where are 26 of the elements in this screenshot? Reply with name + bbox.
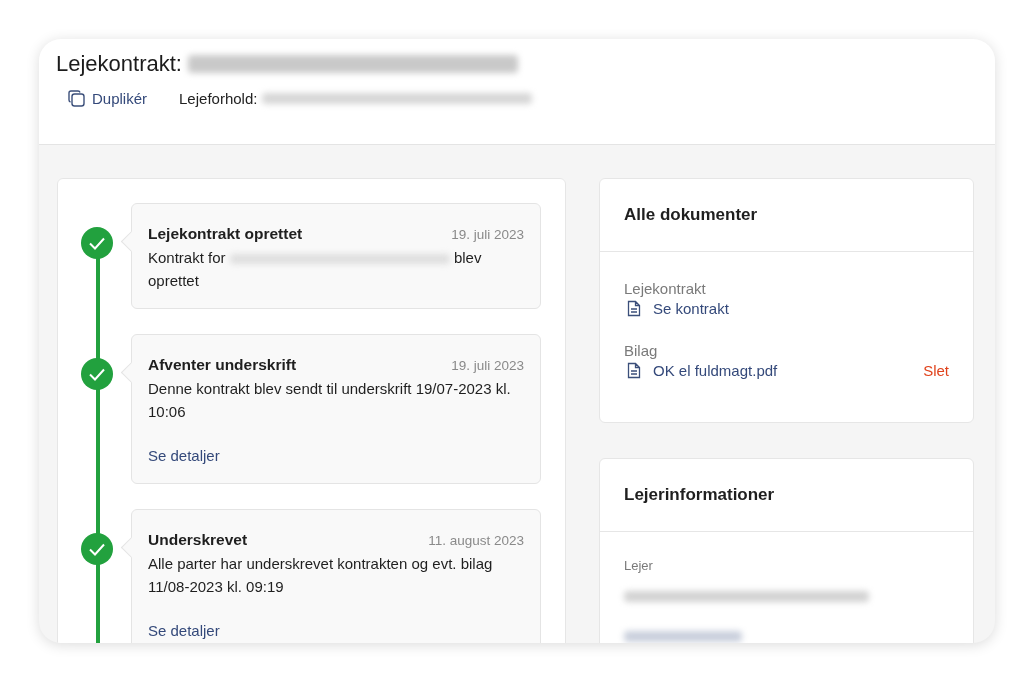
- panel-title: Lejerinformationer: [600, 459, 973, 532]
- event-text: Denne kontrakt blev sendt til underskrift 19/07-2023 kl. 10:06: [148, 379, 512, 422]
- page-title: Lejekontrakt:: [56, 51, 182, 77]
- document-group-label: Bilag: [624, 341, 659, 361]
- event-title: Lejekontrakt oprettet: [148, 224, 303, 244]
- details-link[interactable]: Se detaljer: [148, 619, 220, 642]
- event-title: Underskrevet: [148, 530, 248, 550]
- event-date: 11. august 2023: [428, 532, 524, 550]
- event-date: 19. juli 2023: [451, 357, 524, 375]
- tenancy-dropdown[interactable]: [262, 93, 533, 104]
- delete-button[interactable]: Slet: [923, 362, 949, 379]
- event-date: 19. juli 2023: [451, 226, 524, 244]
- duplicate-button[interactable]: Duplikér: [67, 89, 148, 108]
- document-icon: [627, 362, 641, 379]
- document-link[interactable]: OK el fuldmagt.pdf: [624, 362, 778, 379]
- details-link[interactable]: Se detaljer: [148, 444, 220, 467]
- event-title: Afventer underskrift: [148, 355, 297, 375]
- tenant-label: Lejer: [624, 558, 654, 573]
- document-icon: [627, 300, 641, 317]
- tenancy-label: Lejeforhold:: [179, 90, 258, 107]
- panel-title: Alle dokumenter: [600, 179, 973, 252]
- event-text: Alle parter har underskrevet kontrakten og evt. bilag 11/08-2023 kl. 09:19: [148, 554, 494, 597]
- copy-icon: [67, 89, 86, 108]
- document-link[interactable]: Se kontrakt: [624, 300, 729, 317]
- document-group-label: Lejekontrakt: [624, 279, 707, 299]
- event-text: Kontrakt for blev oprettet: [148, 248, 483, 291]
